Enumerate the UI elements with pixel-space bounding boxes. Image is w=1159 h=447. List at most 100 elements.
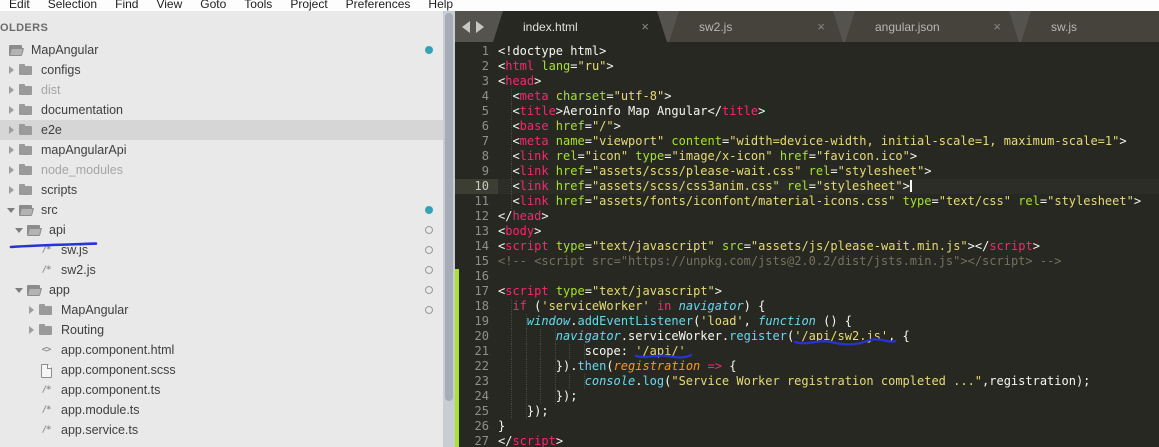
- tree-item-node_modules[interactable]: node_modules: [0, 160, 449, 180]
- code-line-8[interactable]: 8 <link rel="icon" type="image/x-icon" hr…: [455, 149, 1159, 164]
- code-line-22[interactable]: 22}).then(registration => {: [455, 359, 1159, 374]
- tree-item-app.service.ts[interactable]: /* app.service.ts: [0, 420, 455, 440]
- menu-item-preferences[interactable]: Preferences: [337, 0, 420, 11]
- tree-item-MapAngular[interactable]: MapAngular: [0, 300, 455, 320]
- code-line-17[interactable]: 17 <script type="text/javascript">: [455, 284, 1159, 299]
- tree-item-dist[interactable]: dist: [0, 80, 449, 100]
- tree-item-app[interactable]: app: [0, 280, 455, 300]
- code-line-15[interactable]: 15 <!-- <script src="https://unpkg.com/js…: [455, 254, 1159, 269]
- tab-sw2.js[interactable]: sw2.js ×: [669, 11, 843, 42]
- code-line-10[interactable]: 10 <link href="assets/scss/css3anim.css" …: [455, 179, 1159, 194]
- tree-item-sw.js[interactable]: /* sw.js: [0, 240, 455, 260]
- folder-icon: [18, 180, 34, 200]
- tree-item-api[interactable]: api: [0, 220, 455, 240]
- expand-arrow-icon[interactable]: [26, 300, 38, 320]
- line-number: 7: [481, 134, 489, 148]
- code-line-13[interactable]: 13 <body>: [455, 224, 1159, 239]
- expand-arrow-icon[interactable]: [26, 320, 38, 340]
- code-line-18[interactable]: 18 if ('serviceWorker' in navigator) {: [455, 299, 1159, 314]
- code-area[interactable]: 1 <!doctype html> 2 <html lang="ru"> 3 <head>…: [455, 42, 1159, 447]
- next-tab-arrow-icon[interactable]: [476, 21, 484, 33]
- sidebar-scrollbar[interactable]: [443, 11, 455, 447]
- code-line-16[interactable]: 16: [455, 269, 1159, 284]
- code-line-14[interactable]: 14 <script type="text/javascript" src="as…: [455, 239, 1159, 254]
- line-number: 15: [474, 254, 489, 268]
- code-line-19[interactable]: 19 window.addEventListener('load', functi…: [455, 314, 1159, 329]
- expand-arrow-icon[interactable]: [6, 80, 18, 100]
- collapse-arrow-icon[interactable]: [6, 200, 18, 220]
- expand-arrow-icon[interactable]: [6, 140, 18, 160]
- code-line-5[interactable]: 5 <title>Aeroinfo Map Angular</title>: [455, 104, 1159, 119]
- code-line-1[interactable]: 1 <!doctype html>: [455, 44, 1159, 59]
- indent-guide: [498, 359, 513, 374]
- expand-arrow-icon[interactable]: [6, 160, 18, 180]
- code-line-11[interactable]: 11 <link href="assets/fonts/iconfont/mate…: [455, 194, 1159, 209]
- tree-item-MapAngular[interactable]: MapAngular: [0, 40, 451, 60]
- menu-item-project[interactable]: Project: [281, 0, 336, 11]
- tab-sw.js[interactable]: sw.js×: [1021, 11, 1159, 42]
- indent-guide: [498, 179, 513, 194]
- tree-item-Routing[interactable]: Routing: [0, 320, 455, 340]
- expand-arrow-icon[interactable]: [6, 180, 18, 200]
- sidebar-scrollbar-thumb[interactable]: [445, 13, 453, 401]
- tree-item-scripts[interactable]: scripts: [0, 180, 449, 200]
- menu-item-help[interactable]: Help: [419, 0, 462, 11]
- close-icon[interactable]: ×: [817, 19, 825, 34]
- code-editor[interactable]: 1 <!doctype html> 2 <html lang="ru"> 3 <head>…: [455, 42, 1159, 447]
- expand-arrow-icon[interactable]: [6, 120, 18, 140]
- line-number: 23: [474, 374, 489, 388]
- tab-bar: index.html × sw2.js × angular.json × sw.js×: [455, 11, 1159, 42]
- tree-item-app.module.ts[interactable]: /* app.module.ts: [0, 400, 455, 420]
- code-line-2[interactable]: 2 <html lang="ru">: [455, 59, 1159, 74]
- expand-arrow-icon[interactable]: [6, 60, 18, 80]
- tree-item-label: MapAngular: [61, 303, 129, 317]
- code-line-7[interactable]: 7 <meta name="viewport" content="width=de…: [455, 134, 1159, 149]
- indent-guide: [498, 404, 513, 419]
- code-line-25[interactable]: 25});: [455, 404, 1159, 419]
- menu-item-selection[interactable]: Selection: [39, 0, 106, 11]
- tree-item-configs[interactable]: configs: [0, 60, 449, 80]
- folder-icon: [18, 60, 34, 80]
- status-dot-hollow: [425, 306, 433, 314]
- menu-item-view[interactable]: View: [147, 0, 191, 11]
- expand-arrow-icon[interactable]: [6, 100, 18, 120]
- folder-open-icon: [26, 280, 42, 300]
- tree-item-label: e2e: [41, 123, 62, 137]
- code-line-24[interactable]: 24});: [455, 389, 1159, 404]
- menu-item-goto[interactable]: Goto: [191, 0, 235, 11]
- tree-item-app.component.ts[interactable]: /* app.component.ts: [0, 380, 455, 400]
- collapse-arrow-icon[interactable]: [14, 220, 26, 240]
- code-text: <base href="/">: [498, 119, 621, 134]
- tree-item-src[interactable]: src: [0, 200, 449, 220]
- code-line-21[interactable]: 21 scope: '/api/': [455, 344, 1159, 359]
- code-file-icon: /*: [41, 265, 52, 275]
- indent-guide: [498, 374, 513, 389]
- line-number: 8: [481, 149, 489, 163]
- code-line-27[interactable]: 27 </script>: [455, 434, 1159, 447]
- tree-item-mapAngularApi[interactable]: mapAngularApi: [0, 140, 449, 160]
- tree-item-documentation[interactable]: documentation: [0, 100, 449, 120]
- code-line-20[interactable]: 20 navigator.serviceWorker.register('/api…: [455, 329, 1159, 344]
- menu-item-find[interactable]: Find: [106, 0, 147, 11]
- code-line-23[interactable]: 23 console.log("Service Worker registrati…: [455, 374, 1159, 389]
- code-line-4[interactable]: 4 <meta charset="utf-8">: [455, 89, 1159, 104]
- tab-index.html[interactable]: index.html ×: [493, 11, 667, 42]
- code-line-6[interactable]: 6 <base href="/">: [455, 119, 1159, 134]
- menu-item-tools[interactable]: Tools: [235, 0, 281, 11]
- code-text: console.log("Service Worker registration…: [498, 374, 1090, 389]
- code-text: <!-- <script src="https://unpkg.com/jsts…: [498, 254, 1062, 268]
- close-icon[interactable]: ×: [641, 19, 649, 34]
- code-line-3[interactable]: 3 <head>: [455, 74, 1159, 89]
- tree-item-app.component.scss[interactable]: app.component.scss: [0, 360, 455, 380]
- menu-item-edit[interactable]: Edit: [0, 0, 39, 11]
- close-icon[interactable]: ×: [993, 19, 1001, 34]
- code-line-9[interactable]: 9 <link href="assets/scss/please-wait.css…: [455, 164, 1159, 179]
- tree-item-app.component.html[interactable]: <> app.component.html: [0, 340, 455, 360]
- tab-angular.json[interactable]: angular.json ×: [845, 11, 1019, 42]
- code-line-26[interactable]: 26}: [455, 419, 1159, 434]
- prev-tab-arrow-icon[interactable]: [462, 21, 470, 33]
- tree-item-e2e[interactable]: e2e: [0, 120, 449, 140]
- collapse-arrow-icon[interactable]: [14, 280, 26, 300]
- tree-item-sw2.js[interactable]: /* sw2.js: [0, 260, 455, 280]
- code-line-12[interactable]: 12 </head>: [455, 209, 1159, 224]
